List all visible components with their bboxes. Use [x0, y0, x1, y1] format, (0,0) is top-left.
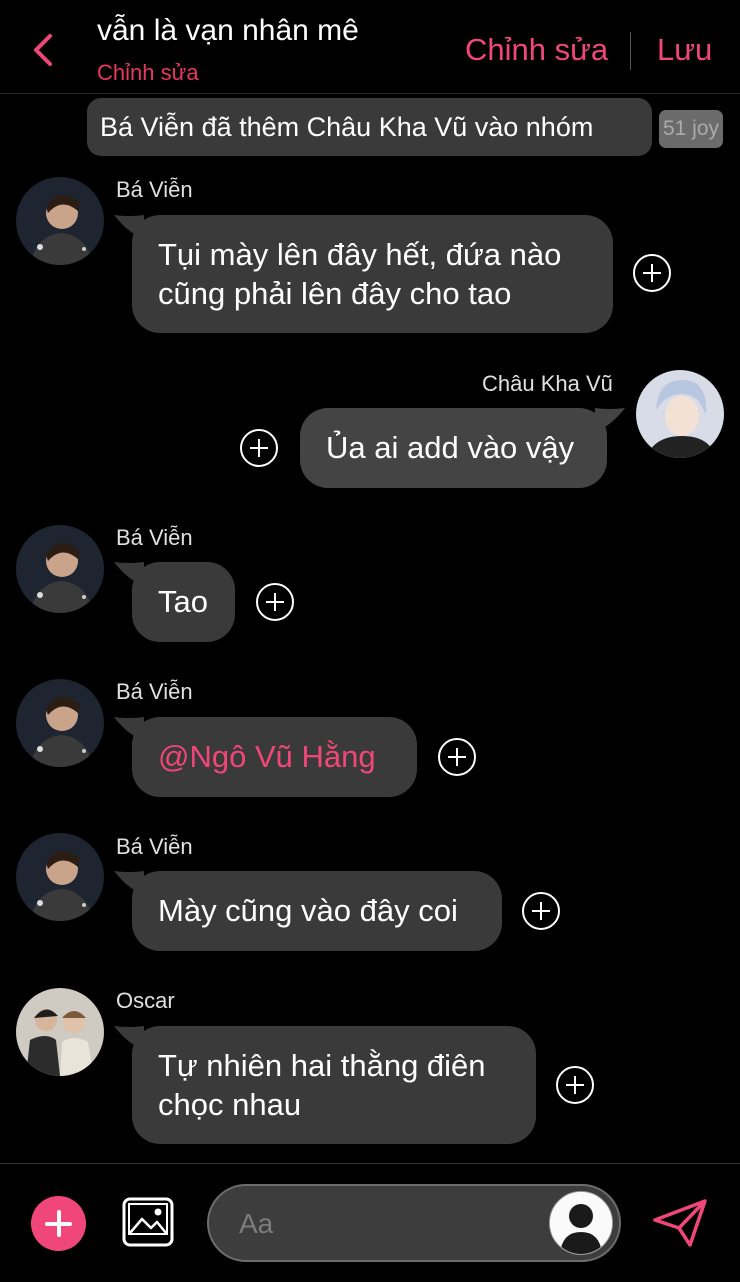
system-message-tag: 51 joy [659, 110, 723, 148]
sender-name: Oscar [116, 988, 175, 1013]
sender-name: Bá Viễn [116, 834, 193, 859]
sender-name: Châu Kha Vũ [482, 371, 613, 396]
avatar[interactable] [16, 177, 104, 265]
image-gallery-icon[interactable] [122, 1197, 174, 1247]
add-reaction-icon[interactable] [240, 429, 278, 467]
add-reaction-icon[interactable] [438, 738, 476, 776]
input-placeholder: Aa [239, 1208, 274, 1239]
avatar[interactable] [636, 370, 724, 458]
message-text: Tao [158, 584, 208, 619]
add-reaction-icon[interactable] [633, 254, 671, 292]
message-text: chọc nhau [158, 1087, 302, 1122]
add-reaction-icon[interactable] [522, 892, 560, 930]
chat-header: vẫn là vạn nhân mê Chỉnh sửa Chỉnh sửa L… [0, 0, 740, 94]
add-reaction-icon[interactable] [556, 1066, 594, 1104]
save-button[interactable]: Lưu [657, 32, 712, 68]
header-divider [630, 32, 631, 70]
avatar[interactable] [16, 525, 104, 613]
sender-name: Bá Viễn [116, 177, 193, 202]
message-text: Mày cũng vào đây coi [158, 893, 458, 928]
message-text: cũng phải lên đây cho tao [158, 276, 512, 311]
message-bubble[interactable]: @Ngô Vũ Hằng [114, 717, 417, 797]
back-chevron-icon[interactable] [28, 30, 58, 70]
avatar[interactable] [16, 833, 104, 921]
chat-title: vẫn là vạn nhân mê [97, 14, 359, 47]
message-text: Ủa ai add vào vậy [326, 430, 575, 465]
edit-button[interactable]: Chỉnh sửa [465, 32, 608, 68]
send-icon[interactable] [652, 1198, 708, 1248]
chat-subtitle[interactable]: Chỉnh sửa [97, 60, 199, 86]
plus-icon[interactable] [31, 1196, 86, 1251]
add-reaction-icon[interactable] [256, 583, 294, 621]
avatar-icon[interactable] [549, 1191, 613, 1255]
message-text: Tụi mày lên đây hết, đứa nào [158, 237, 562, 272]
sender-name: Bá Viễn [116, 525, 193, 550]
sender-name: Bá Viễn [116, 679, 193, 704]
mention-link[interactable]: @Ngô Vũ Hằng [158, 737, 391, 776]
message-bubble[interactable]: Tự nhiên hai thằng điên chọc nhau [114, 1026, 536, 1144]
avatar[interactable] [16, 679, 104, 767]
system-message: Bá Viễn đã thêm Châu Kha Vũ vào nhóm [87, 98, 652, 156]
message-bubble[interactable]: Mày cũng vào đây coi [114, 871, 502, 951]
message-bubble[interactable]: Tao [114, 562, 235, 642]
avatar[interactable] [16, 988, 104, 1076]
message-bubble[interactable]: Tụi mày lên đây hết, đứa nào cũng phải l… [114, 215, 613, 333]
message-input[interactable]: Aa [207, 1184, 621, 1262]
message-bubble[interactable]: Ủa ai add vào vậy [300, 408, 625, 488]
message-text: Tự nhiên hai thằng điên [158, 1048, 486, 1083]
